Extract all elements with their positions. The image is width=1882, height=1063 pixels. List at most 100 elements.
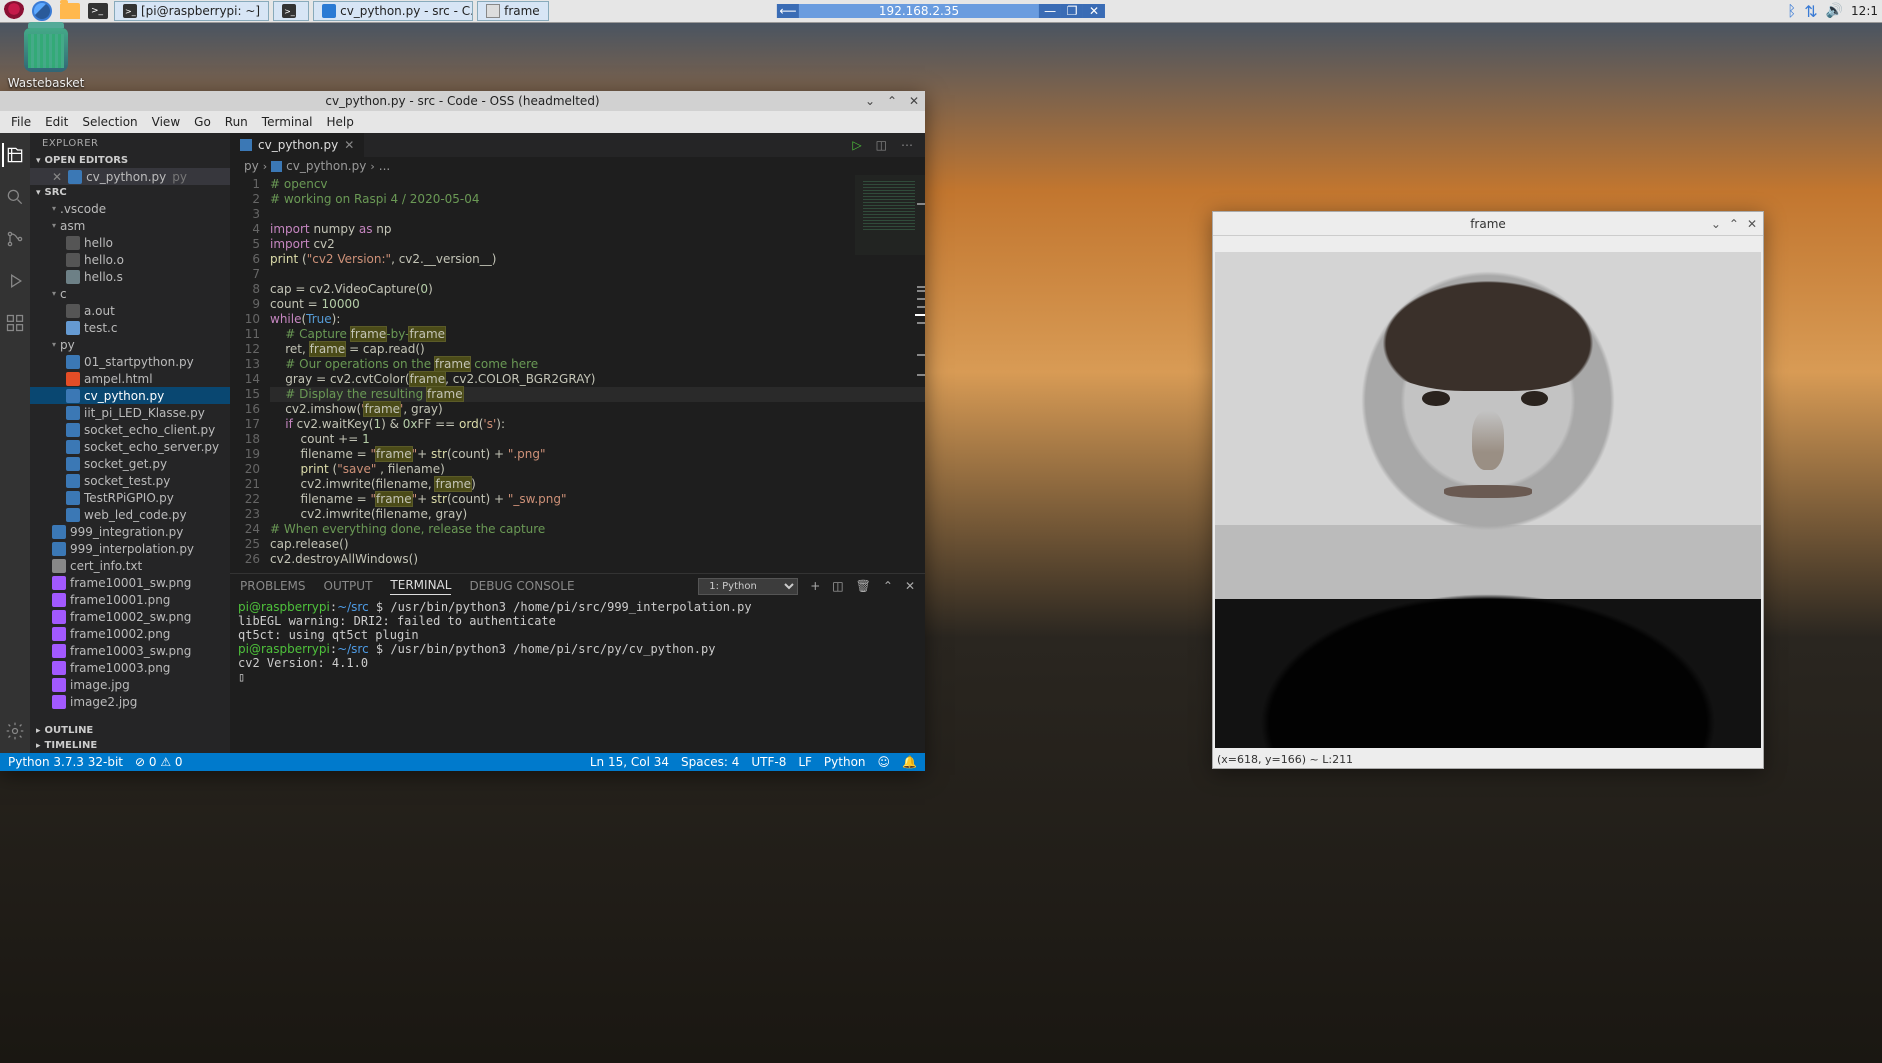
close-icon[interactable]: ✕: [907, 94, 921, 108]
menu-help[interactable]: Help: [320, 115, 361, 129]
code-editor[interactable]: 1234567891011121314151617181920212223242…: [230, 175, 925, 573]
overview-ruler[interactable]: [915, 175, 925, 573]
split-terminal-icon[interactable]: ◫: [832, 579, 843, 593]
volume-icon[interactable]: 🔊: [1826, 3, 1843, 19]
tree-folder[interactable]: .vscode: [30, 200, 230, 217]
maximize-icon[interactable]: ⌃: [1729, 217, 1739, 231]
search-icon[interactable]: [3, 185, 27, 209]
maximize-icon[interactable]: ⌃: [885, 94, 899, 108]
bluetooth-icon[interactable]: ᛒ: [1787, 2, 1796, 20]
status-cursor[interactable]: Ln 15, Col 34: [590, 755, 669, 769]
taskbar-task[interactable]: cv_python.py - src - C...: [313, 1, 473, 21]
scm-icon[interactable]: [3, 227, 27, 251]
tree-file[interactable]: 999_integration.py: [30, 523, 230, 540]
terminal-button[interactable]: >_: [86, 0, 110, 22]
panel-tab-problems[interactable]: PROBLEMS: [240, 579, 306, 593]
tree-file[interactable]: iit_pi_LED_Klasse.py: [30, 404, 230, 421]
close-editor-icon[interactable]: ✕: [52, 170, 62, 184]
editor-tab[interactable]: cv_python.py ✕: [230, 133, 364, 157]
debug-icon[interactable]: [3, 269, 27, 293]
tree-file[interactable]: hello.s: [30, 268, 230, 285]
tree-file[interactable]: 01_startpython.py: [30, 353, 230, 370]
more-actions-icon[interactable]: ⋯: [901, 138, 913, 152]
menu-selection[interactable]: Selection: [75, 115, 144, 129]
frame-titlebar[interactable]: frame ⌄ ⌃ ✕: [1213, 212, 1763, 236]
tree-file[interactable]: test.c: [30, 319, 230, 336]
menu-go[interactable]: Go: [187, 115, 218, 129]
tree-file[interactable]: socket_test.py: [30, 472, 230, 489]
clock[interactable]: 12:1: [1851, 4, 1878, 18]
split-editor-icon[interactable]: ◫: [876, 138, 887, 152]
tree-file[interactable]: frame10002.png: [30, 625, 230, 642]
open-editors-header[interactable]: OPEN EDITORS: [30, 153, 230, 168]
tree-folder[interactable]: py: [30, 336, 230, 353]
close-panel-icon[interactable]: ✕: [905, 579, 915, 593]
remote-prev-icon[interactable]: ⟵: [777, 4, 799, 18]
menu-terminal[interactable]: Terminal: [255, 115, 320, 129]
web-browser-button[interactable]: [30, 0, 54, 22]
outline-header[interactable]: OUTLINE: [30, 723, 230, 738]
timeline-header[interactable]: TIMELINE: [30, 738, 230, 753]
tree-file[interactable]: image.jpg: [30, 676, 230, 693]
taskbar-task[interactable]: >_: [273, 1, 309, 21]
feedback-icon[interactable]: ☺: [878, 755, 891, 769]
menu-edit[interactable]: Edit: [38, 115, 75, 129]
network-icon[interactable]: ⇅: [1804, 2, 1817, 21]
minimize-icon[interactable]: ⌄: [1711, 217, 1721, 231]
tree-file[interactable]: frame10003.png: [30, 659, 230, 676]
tree-file[interactable]: a.out: [30, 302, 230, 319]
maximize-panel-icon[interactable]: ⌃: [883, 579, 893, 593]
terminal-output[interactable]: pi@raspberrypi:~/src $ /usr/bin/python3 …: [230, 598, 925, 753]
workspace-header[interactable]: SRC: [30, 185, 230, 200]
tree-file[interactable]: frame10002_sw.png: [30, 608, 230, 625]
bell-icon[interactable]: 🔔: [902, 755, 917, 769]
remote-min-icon[interactable]: —: [1039, 4, 1061, 18]
taskbar-task[interactable]: frame: [477, 1, 549, 21]
close-tab-icon[interactable]: ✕: [344, 138, 354, 152]
menu-button[interactable]: [2, 0, 26, 22]
tree-file[interactable]: web_led_code.py: [30, 506, 230, 523]
tree-file[interactable]: cv_python.py: [30, 387, 230, 404]
tree-file[interactable]: frame10001.png: [30, 591, 230, 608]
status-python[interactable]: Python 3.7.3 32-bit: [8, 755, 123, 769]
open-editor-item[interactable]: ✕ cv_python.py py: [30, 168, 230, 185]
status-problems[interactable]: ⊘ 0 ⚠ 0: [135, 755, 183, 769]
breadcrumb[interactable]: py › cv_python.py › ...: [230, 157, 925, 175]
menu-run[interactable]: Run: [218, 115, 255, 129]
tree-file[interactable]: 999_interpolation.py: [30, 540, 230, 557]
taskbar-task[interactable]: >_[pi@raspberrypi: ~]: [114, 1, 269, 21]
tree-file[interactable]: hello: [30, 234, 230, 251]
tree-file[interactable]: ampel.html: [30, 370, 230, 387]
menu-file[interactable]: File: [4, 115, 38, 129]
terminal-selector[interactable]: 1: Python: [698, 578, 798, 595]
explorer-icon[interactable]: [2, 143, 26, 167]
vscode-titlebar[interactable]: cv_python.py - src - Code - OSS (headmel…: [0, 91, 925, 111]
tree-folder[interactable]: c: [30, 285, 230, 302]
panel-tab-terminal[interactable]: TERMINAL: [390, 578, 451, 595]
panel-tab-output[interactable]: OUTPUT: [324, 579, 373, 593]
tree-file[interactable]: socket_echo_server.py: [30, 438, 230, 455]
tree-file[interactable]: frame10003_sw.png: [30, 642, 230, 659]
tree-file[interactable]: socket_echo_client.py: [30, 421, 230, 438]
status-spaces[interactable]: Spaces: 4: [681, 755, 739, 769]
new-terminal-icon[interactable]: +: [810, 579, 820, 593]
kill-terminal-icon[interactable]: 🗑: [856, 579, 871, 593]
tree-file[interactable]: hello.o: [30, 251, 230, 268]
menu-view[interactable]: View: [145, 115, 187, 129]
run-icon[interactable]: ▷: [852, 138, 861, 152]
tree-file[interactable]: TestRPiGPIO.py: [30, 489, 230, 506]
tree-file[interactable]: image2.jpg: [30, 693, 230, 710]
tree-file[interactable]: socket_get.py: [30, 455, 230, 472]
remote-close-icon[interactable]: ✕: [1083, 4, 1105, 18]
panel-tab-debug-console[interactable]: DEBUG CONSOLE: [469, 579, 574, 593]
tree-file[interactable]: frame10001_sw.png: [30, 574, 230, 591]
status-language[interactable]: Python: [824, 755, 866, 769]
tree-file[interactable]: cert_info.txt: [30, 557, 230, 574]
status-eol[interactable]: LF: [798, 755, 812, 769]
status-encoding[interactable]: UTF-8: [751, 755, 786, 769]
desktop-trash[interactable]: Wastebasket: [6, 28, 86, 90]
extensions-icon[interactable]: [3, 311, 27, 335]
close-icon[interactable]: ✕: [1747, 217, 1757, 231]
minimize-icon[interactable]: ⌄: [863, 94, 877, 108]
tree-folder[interactable]: asm: [30, 217, 230, 234]
